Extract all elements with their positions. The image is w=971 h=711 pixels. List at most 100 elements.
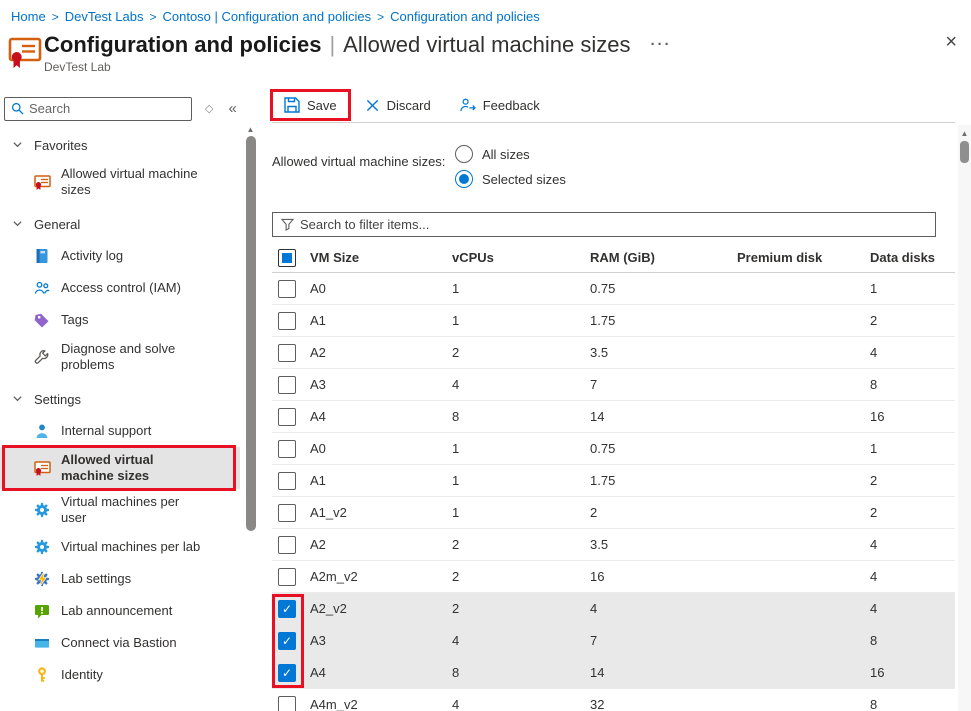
sidebar-item-label: Lab announcement	[61, 603, 172, 619]
radio-all-sizes[interactable]: All sizes	[455, 145, 566, 163]
row-checkbox[interactable]	[278, 536, 296, 554]
table-row[interactable]: A010.751	[272, 273, 955, 305]
sidebar-item-diagnose[interactable]: Diagnose and solve problems	[0, 336, 240, 378]
row-checkbox[interactable]: ✓	[278, 664, 296, 682]
sidebar-item-allowed-vm-sizes-favorite[interactable]: Allowed virtual machine sizes	[0, 161, 240, 203]
close-icon[interactable]: ×	[945, 32, 957, 52]
table-row[interactable]: A223.54	[272, 337, 955, 369]
table-row[interactable]: A223.54	[272, 529, 955, 561]
gear-icon	[34, 539, 51, 555]
sidebar-item-label: Allowed virtual machine sizes	[61, 166, 198, 198]
breadcrumb-home[interactable]: Home	[11, 9, 46, 24]
sidebar-item-internal-support[interactable]: Internal support	[0, 415, 240, 447]
sidebar-item-connect-via-bastion[interactable]: Connect via Bastion	[0, 627, 240, 659]
column-header-data-disks[interactable]: Data disks	[870, 250, 955, 265]
feedback-person-icon	[459, 97, 476, 113]
vm-size-cell: A2_v2	[310, 601, 452, 616]
sidebar-item-lab-announcement[interactable]: Lab announcement	[0, 595, 240, 627]
sidebar-scrollbar[interactable]: ▲	[244, 125, 257, 711]
sidebar: ◇ « Favorites	[0, 88, 258, 711]
table-row[interactable]: ✓A481416	[272, 657, 955, 689]
sidebar-item-lab-settings[interactable]: Lab settings	[0, 563, 240, 595]
row-checkbox[interactable]	[278, 344, 296, 362]
table-row[interactable]: A111.752	[272, 305, 955, 337]
discard-button[interactable]: Discard	[353, 92, 443, 119]
select-all-checkbox[interactable]	[278, 249, 296, 267]
announcement-icon	[34, 603, 51, 619]
breadcrumb-contoso[interactable]: Contoso | Configuration and policies	[162, 9, 371, 24]
sidebar-item-access-control[interactable]: Access control (IAM)	[0, 272, 240, 304]
command-bar: Save Discard Fee	[258, 88, 971, 122]
table-row[interactable]: A010.751	[272, 433, 955, 465]
table-row[interactable]: A481416	[272, 401, 955, 433]
save-button[interactable]: Save	[272, 91, 349, 119]
sidebar-item-vms-per-user[interactable]: Virtual machines per user	[0, 489, 240, 531]
sidebar-item-label: Tags	[61, 312, 88, 328]
row-checkbox[interactable]	[278, 440, 296, 458]
sidebar-item-activity-log[interactable]: Activity log	[0, 240, 240, 272]
ram-cell: 32	[590, 697, 737, 711]
row-checkbox[interactable]	[278, 472, 296, 490]
table-row[interactable]: ✓A2_v2244	[272, 593, 955, 625]
table-row[interactable]: A2m_v22164	[272, 561, 955, 593]
table-row[interactable]: A3478	[272, 369, 955, 401]
row-checkbox[interactable]	[278, 408, 296, 426]
sidebar-section-favorites[interactable]: Favorites	[0, 130, 240, 161]
chevron-down-icon	[12, 392, 23, 407]
sidebar-item-allowed-vm-sizes-selected[interactable]: Allowed virtual machine sizes	[0, 447, 240, 489]
sidebar-scrollbar-thumb[interactable]	[246, 136, 256, 531]
feedback-button[interactable]: Feedback	[447, 91, 552, 119]
row-checkbox[interactable]: ✓	[278, 632, 296, 650]
pin-icon[interactable]: ◇	[205, 102, 213, 115]
row-checkbox[interactable]	[278, 376, 296, 394]
vm-size-cell: A0	[310, 441, 452, 456]
chevron-down-icon	[12, 217, 23, 232]
main-scrollbar[interactable]: ▲	[958, 125, 971, 711]
ram-cell: 0.75	[590, 441, 737, 456]
sidebar-section-settings[interactable]: Settings	[0, 384, 240, 415]
breadcrumb-devtest-labs[interactable]: DevTest Labs	[65, 9, 144, 24]
sidebar-section-general[interactable]: General	[0, 209, 240, 240]
sidebar-item-tags[interactable]: Tags	[0, 304, 240, 336]
vm-size-cell: A0	[310, 281, 452, 296]
more-options-icon[interactable]: ···	[651, 32, 672, 58]
table-row[interactable]: A4m_v24328	[272, 689, 955, 711]
ram-cell: 2	[590, 505, 737, 520]
sidebar-nav: Favorites Allowed virtual machine sizes	[0, 130, 240, 691]
sidebar-item-vms-per-lab[interactable]: Virtual machines per lab	[0, 531, 240, 563]
column-header-vcpus[interactable]: vCPUs	[452, 250, 590, 265]
column-header-vm-size[interactable]: VM Size	[310, 250, 452, 265]
main-scrollbar-thumb[interactable]	[960, 141, 969, 163]
collapse-sidebar-icon[interactable]: «	[228, 100, 236, 117]
radio-selected-sizes[interactable]: Selected sizes	[455, 170, 566, 188]
row-checkbox[interactable]	[278, 280, 296, 298]
radio-selected-icon	[455, 170, 473, 188]
vcpus-cell: 2	[452, 601, 590, 616]
breadcrumb-config-policies[interactable]: Configuration and policies	[390, 9, 540, 24]
title-divider: |	[329, 32, 335, 58]
data-disks-cell: 1	[870, 281, 955, 296]
scroll-up-arrow-icon[interactable]: ▲	[958, 129, 971, 139]
table-row[interactable]: ✓A3478	[272, 625, 955, 657]
sidebar-search-input[interactable]	[29, 101, 179, 116]
row-checkbox[interactable]	[278, 504, 296, 522]
ram-cell: 0.75	[590, 281, 737, 296]
table-row[interactable]: A111.752	[272, 465, 955, 497]
row-checkbox[interactable]	[278, 568, 296, 586]
table-row[interactable]: A1_v2122	[272, 497, 955, 529]
row-checkbox[interactable]: ✓	[278, 600, 296, 618]
sidebar-item-identity[interactable]: Identity	[0, 659, 240, 691]
filter-input[interactable]	[300, 217, 935, 232]
vcpus-cell: 2	[452, 537, 590, 552]
column-header-premium-disk[interactable]: Premium disk	[737, 250, 870, 265]
sidebar-item-label: Connect via Bastion	[61, 635, 177, 651]
ram-cell: 3.5	[590, 537, 737, 552]
scroll-up-arrow-icon[interactable]: ▲	[244, 125, 257, 135]
row-checkbox[interactable]	[278, 696, 296, 711]
radio-unselected-icon	[455, 145, 473, 163]
column-header-ram[interactable]: RAM (GiB)	[590, 250, 737, 265]
row-checkbox[interactable]	[278, 312, 296, 330]
breadcrumb-separator: >	[377, 10, 384, 24]
sidebar-item-label: Internal support	[61, 423, 151, 439]
data-disks-cell: 4	[870, 601, 955, 616]
